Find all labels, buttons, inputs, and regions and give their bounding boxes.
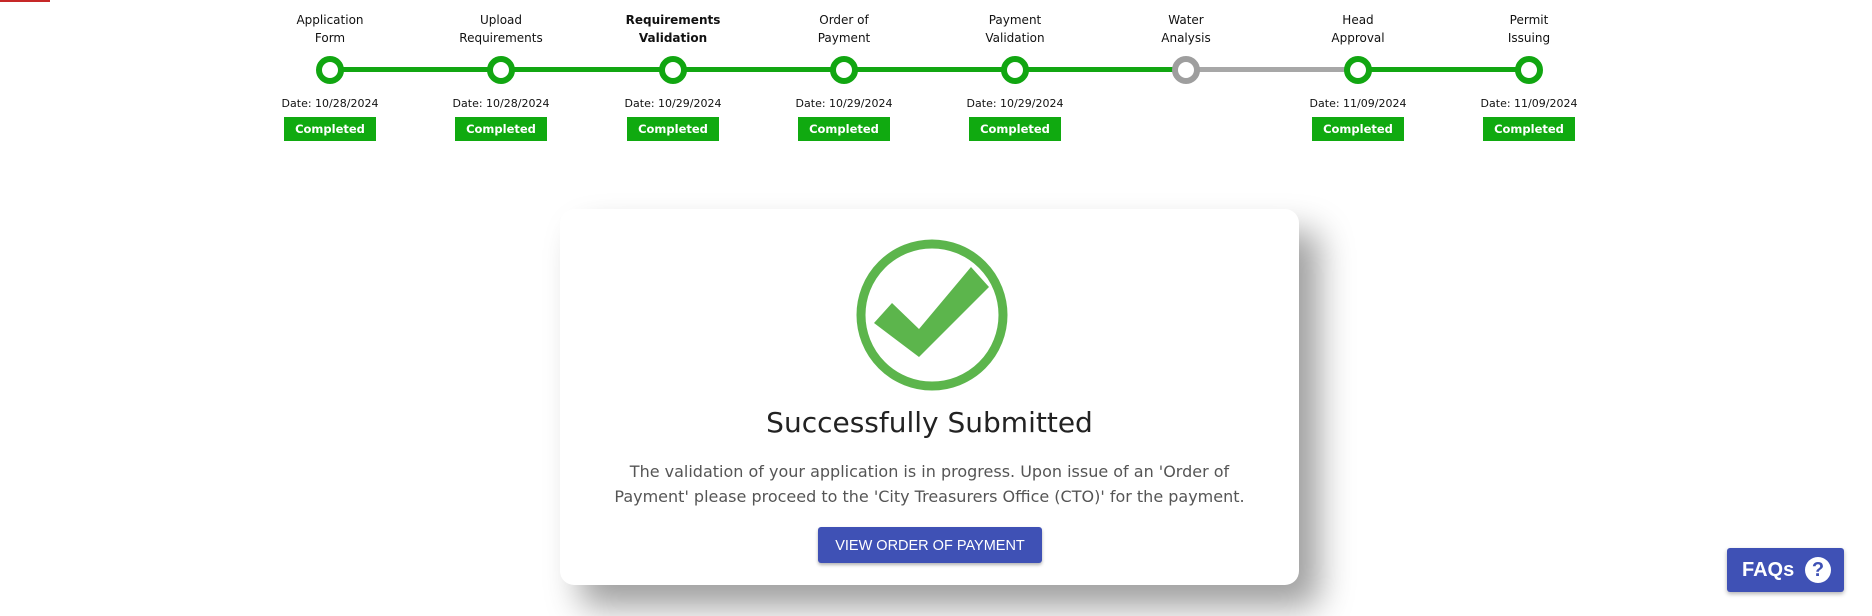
step-label: Order of Payment <box>817 13 871 45</box>
status-badge: Completed <box>627 117 719 141</box>
step-date: Date: 11/09/2024 <box>1309 97 1407 110</box>
step-node-completed <box>487 56 515 84</box>
step-date: Date: 11/09/2024 <box>1480 97 1578 110</box>
status-badge: Completed <box>798 117 890 141</box>
question-circle-icon: ? <box>1805 557 1831 583</box>
faqs-button[interactable]: FAQs ? <box>1727 548 1844 592</box>
step-date: Date: 10/29/2024 <box>966 97 1064 110</box>
step-date: Date: 10/28/2024 <box>452 97 550 110</box>
step-node-pending <box>1172 56 1200 84</box>
step-label: Upload Requirements <box>459 13 543 45</box>
step-label-current: Requirements Validation <box>625 13 721 45</box>
faqs-label: FAQs <box>1742 559 1795 581</box>
track-done-5 <box>1015 67 1186 72</box>
status-badge: Completed <box>1483 117 1575 141</box>
step-label: Payment Validation <box>985 13 1045 45</box>
status-badge: Completed <box>284 117 376 141</box>
status-badge: Completed <box>455 117 547 141</box>
track-done-7 <box>1358 67 1529 72</box>
step-date: Date: 10/29/2024 <box>795 97 893 110</box>
step-label: Water Analysis <box>1161 13 1211 45</box>
step-label: Head Approval <box>1331 13 1385 45</box>
step-node-completed <box>830 56 858 84</box>
progress-stepper: Application Form Date: 10/28/2024 Comple… <box>0 0 1872 150</box>
check-circle-icon <box>856 239 1008 391</box>
status-badge: Completed <box>1312 117 1404 141</box>
track-pending-1 <box>1186 67 1358 72</box>
step-node-completed <box>1515 56 1543 84</box>
track-done-3 <box>673 67 844 72</box>
track-done-2 <box>501 67 673 72</box>
step-label: Application Form <box>296 13 364 45</box>
step-node-completed <box>1344 56 1372 84</box>
step-node-completed <box>316 56 344 84</box>
status-badge: Completed <box>969 117 1061 141</box>
success-message: The validation of your application is in… <box>614 462 1245 506</box>
step-node-completed <box>1001 56 1029 84</box>
track-done-4 <box>844 67 1015 72</box>
track-done-1 <box>330 67 501 72</box>
success-card: Successfully Submitted The validation of… <box>560 209 1299 585</box>
success-title: Successfully Submitted <box>766 406 1093 439</box>
step-date: Date: 10/28/2024 <box>281 97 379 110</box>
view-order-of-payment-button[interactable]: VIEW ORDER OF PAYMENT <box>818 527 1042 563</box>
step-node-completed <box>659 56 687 84</box>
step-date: Date: 10/29/2024 <box>624 97 722 110</box>
step-label: Permit Issuing <box>1507 13 1551 45</box>
